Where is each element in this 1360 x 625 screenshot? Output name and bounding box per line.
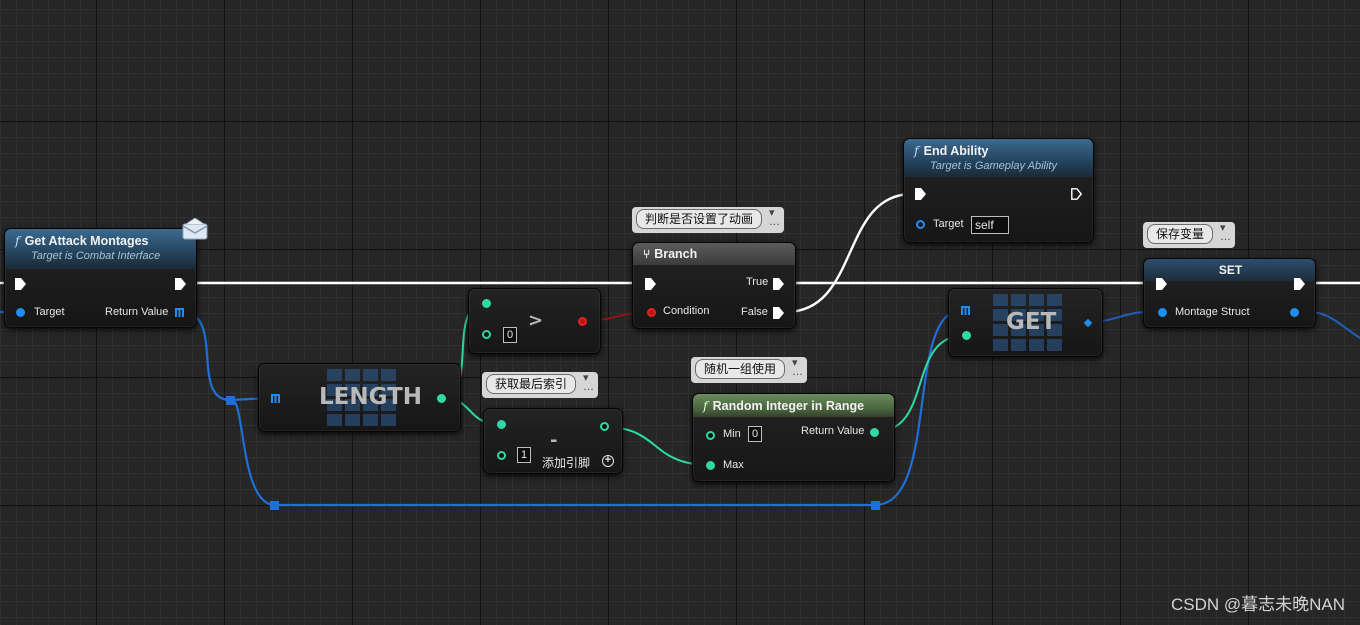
bool-out-pin-icon[interactable] — [578, 317, 587, 326]
target-pin-label: Target — [933, 218, 964, 230]
branch-icon: ⑂ — [643, 247, 651, 261]
array-pin-icon[interactable] — [961, 306, 970, 315]
integer-b-pin-icon[interactable] — [482, 330, 491, 339]
watermark: CSDN @暮志未晚NAN — [1170, 595, 1345, 614]
array-knot-icon[interactable] — [226, 396, 235, 405]
greater-b-value[interactable]: 0 — [503, 327, 518, 343]
node-title: End Ability — [923, 144, 989, 158]
exec-out-pin-icon[interactable] — [175, 278, 186, 290]
integer-out-pin-icon[interactable] — [437, 394, 446, 403]
max-pin-label: Max — [723, 459, 744, 471]
exec-false-pin-icon[interactable] — [773, 307, 784, 319]
branch-header[interactable]: ⑂ Branch — [633, 243, 795, 265]
montage-struct-out-pin-icon[interactable] — [1290, 308, 1299, 317]
function-icon: f — [15, 233, 20, 248]
function-icon: f — [703, 398, 708, 413]
exec-in-pin-icon[interactable] — [1156, 278, 1167, 290]
get-attack-montages-header[interactable]: f Get Attack Montages Target is Combat In… — [5, 229, 196, 269]
comment-text: 随机一组使用 — [695, 359, 786, 379]
get-attack-montages-node[interactable]: f Get Attack Montages Target is Combat In… — [4, 228, 197, 328]
get-node[interactable]: GET — [948, 288, 1103, 357]
node-title: Get Attack Montages — [24, 234, 149, 248]
integer-out-pin-icon[interactable] — [600, 422, 609, 431]
index-pin-icon[interactable] — [962, 331, 971, 340]
exec-in-pin-icon[interactable] — [915, 188, 926, 200]
comment-bubble-branch[interactable]: 判断是否设置了动画 ▾… — [632, 207, 785, 233]
comment-bubble-random[interactable]: 随机一组使用 ▾… — [691, 357, 808, 383]
message-envelope-icon — [182, 218, 208, 240]
integer-a-pin-icon[interactable] — [497, 420, 506, 429]
greater-operator: > — [528, 310, 544, 331]
target-pin-icon[interactable] — [16, 308, 25, 317]
exec-in-pin-icon[interactable] — [645, 278, 656, 290]
array-knot-icon[interactable] — [871, 501, 880, 510]
comment-text: 保存变量 — [1147, 224, 1214, 244]
min-pin-icon[interactable] — [706, 431, 715, 440]
return-value-label: Return Value — [105, 306, 169, 318]
min-pin-label: Min — [723, 428, 741, 440]
comment-bubble-set[interactable]: 保存变量 ▾… — [1143, 222, 1236, 248]
comment-pin-icon[interactable]: ▾… — [769, 208, 780, 228]
integer-a-pin-icon[interactable] — [482, 299, 491, 308]
condition-pin-label: Condition — [663, 305, 710, 317]
montage-struct-in-pin-icon[interactable] — [1158, 308, 1167, 317]
get-label: GET — [1006, 309, 1057, 335]
set-node[interactable]: SET Montage Struct — [1143, 258, 1316, 328]
min-value-field[interactable]: 0 — [748, 426, 763, 442]
false-pin-label: False — [741, 306, 768, 318]
array-pin-icon[interactable] — [175, 308, 184, 317]
target-pin-label: Target — [34, 306, 65, 318]
comment-text: 判断是否设置了动画 — [636, 209, 763, 229]
add-pin-icon[interactable]: + — [602, 455, 614, 467]
true-pin-label: True — [746, 276, 769, 288]
length-node[interactable]: LENGTH — [258, 363, 461, 432]
end-ability-node[interactable]: f End Ability Target is Gameplay Ability … — [903, 138, 1094, 243]
array-pin-icon[interactable] — [271, 394, 280, 403]
random-integer-node[interactable]: f Random Integer in Range Min 0 Return Va… — [692, 393, 895, 482]
node-title: Branch — [654, 247, 698, 261]
target-pin-icon[interactable] — [916, 220, 925, 229]
comment-pin-icon[interactable]: ▾… — [583, 373, 594, 393]
return-value-pin-icon[interactable] — [870, 428, 879, 437]
exec-wire-false-to-end[interactable] — [785, 192, 913, 314]
greater-than-node[interactable]: 0 > — [468, 288, 601, 354]
comment-pin-icon[interactable]: ▾… — [1220, 223, 1231, 243]
exec-true-pin-icon[interactable] — [773, 278, 784, 290]
subtract-operator: - — [550, 430, 558, 451]
struct-out-pin-icon[interactable] — [1083, 318, 1093, 328]
comment-pin-icon[interactable]: ▾… — [792, 358, 803, 378]
subtract-b-value[interactable]: 1 — [517, 447, 532, 463]
function-icon: f — [914, 143, 919, 158]
comment-text: 获取最后索引 — [486, 374, 577, 394]
comment-bubble-subtract[interactable]: 获取最后索引 ▾… — [482, 372, 599, 398]
node-title: Random Integer in Range — [712, 399, 865, 413]
add-pin-label[interactable]: 添加引脚 — [542, 454, 590, 471]
return-value-label: Return Value — [801, 425, 865, 437]
target-value-field[interactable]: self — [971, 216, 1009, 234]
length-label: LENGTH — [319, 384, 423, 410]
exec-out-pin-icon[interactable] — [1294, 278, 1305, 290]
exec-in-pin-icon[interactable] — [15, 278, 26, 290]
array-knot-icon[interactable] — [270, 501, 279, 510]
max-pin-icon[interactable] — [706, 461, 715, 470]
montage-struct-label: Montage Struct — [1175, 306, 1250, 318]
random-integer-header[interactable]: f Random Integer in Range — [693, 394, 894, 417]
node-subtitle: Target is Combat Interface — [31, 250, 161, 262]
integer-b-pin-icon[interactable] — [497, 451, 506, 460]
node-title: SET — [1218, 263, 1243, 277]
exec-out-pin-icon[interactable] — [1071, 188, 1082, 200]
node-subtitle: Target is Gameplay Ability — [930, 160, 1057, 172]
end-ability-header[interactable]: f End Ability Target is Gameplay Ability — [904, 139, 1093, 177]
set-header[interactable]: SET — [1144, 259, 1315, 281]
condition-pin-icon[interactable] — [647, 308, 656, 317]
branch-node[interactable]: ⑂ Branch True Condition False — [632, 242, 796, 329]
subtract-node[interactable]: 1 - 添加引脚 + — [483, 408, 623, 474]
